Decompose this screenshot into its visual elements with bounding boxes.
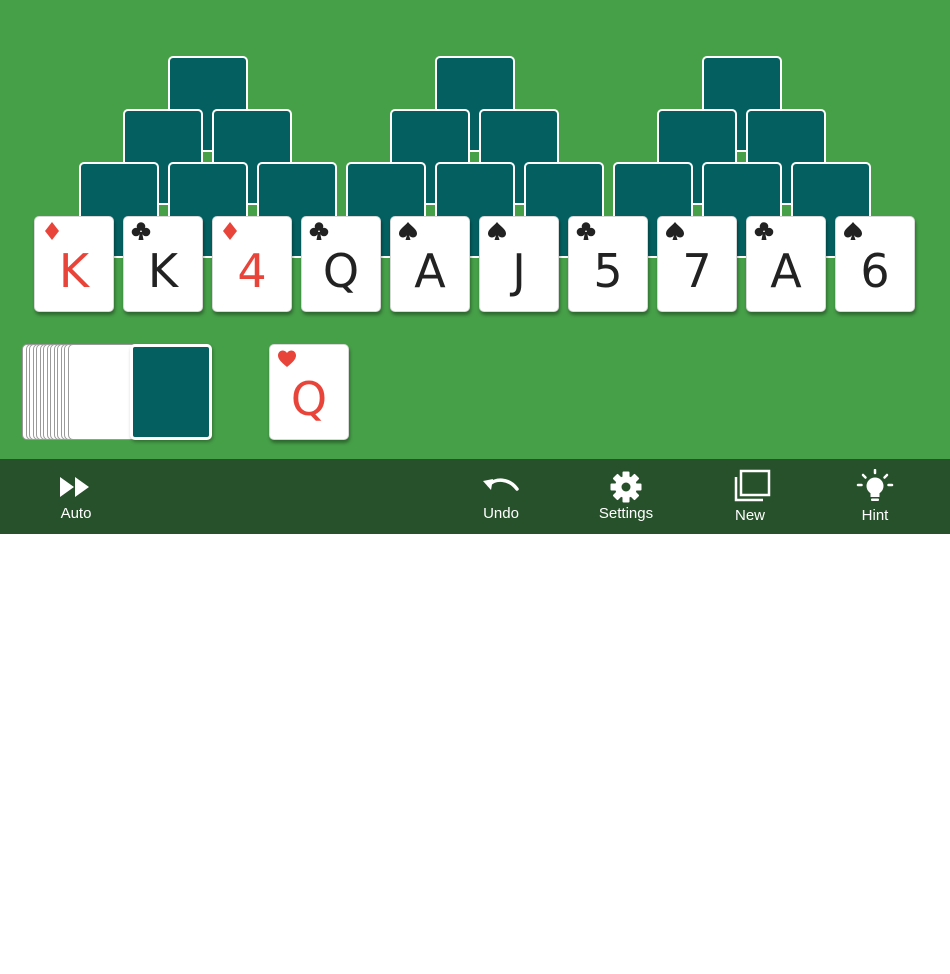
settings-button[interactable]: Settings	[586, 459, 666, 534]
face-up-card[interactable]: A	[746, 216, 826, 312]
card-rank: K	[147, 244, 179, 298]
game-board: KK4QAJ57A6 Q	[0, 0, 950, 459]
new-game-button[interactable]: New	[720, 459, 780, 534]
fast-forward-icon	[60, 477, 89, 497]
card-rank: A	[414, 244, 446, 298]
hint-label: Hint	[861, 507, 889, 524]
hint-button[interactable]: Hint	[845, 459, 905, 534]
settings-label: Settings	[598, 505, 654, 522]
card-rank: 7	[682, 244, 712, 298]
card-rank: 6	[860, 244, 890, 298]
move-counter: 23	[150, 950, 186, 974]
hearts-icon	[277, 349, 297, 369]
undo-label: Undo	[483, 505, 519, 522]
new-label: New	[734, 507, 765, 524]
bottom-toolbar: Auto 23 Undo Settings New Hint	[0, 459, 950, 974]
card-rank: J	[512, 244, 526, 298]
diamonds-icon	[42, 221, 62, 241]
clubs-icon	[309, 221, 329, 241]
face-up-card[interactable]: K	[123, 216, 203, 312]
spades-icon	[843, 221, 863, 241]
card-rank: 4	[237, 244, 267, 298]
auto-button[interactable]: Auto	[46, 459, 106, 534]
lightbulb-icon	[856, 469, 894, 501]
undo-button[interactable]: Undo	[466, 459, 536, 534]
face-up-card[interactable]: Q	[301, 216, 381, 312]
card-rank: 5	[593, 244, 623, 298]
stock-top-card[interactable]	[130, 344, 212, 440]
spades-icon	[487, 221, 507, 241]
card-rank: A	[770, 244, 802, 298]
face-up-card[interactable]: 6	[835, 216, 915, 312]
face-up-card[interactable]: J	[479, 216, 559, 312]
diamonds-icon	[220, 221, 240, 241]
waste-pile-card[interactable]: Q	[269, 344, 349, 440]
card-rank: Q	[290, 372, 328, 426]
clubs-icon	[576, 221, 596, 241]
face-up-card[interactable]: 7	[657, 216, 737, 312]
new-game-icon	[734, 469, 771, 502]
face-up-card[interactable]: A	[390, 216, 470, 312]
clubs-icon	[754, 221, 774, 241]
auto-label: Auto	[60, 505, 92, 522]
face-up-card[interactable]: K	[34, 216, 114, 312]
face-up-card[interactable]: 5	[568, 216, 648, 312]
face-up-card[interactable]: 4	[212, 216, 292, 312]
spades-icon	[398, 221, 418, 241]
spades-icon	[665, 221, 685, 241]
gear-icon	[610, 471, 642, 503]
clubs-icon	[131, 221, 151, 241]
undo-arrow-icon	[483, 478, 519, 491]
card-rank: Q	[322, 244, 360, 298]
card-rank: K	[58, 244, 90, 298]
